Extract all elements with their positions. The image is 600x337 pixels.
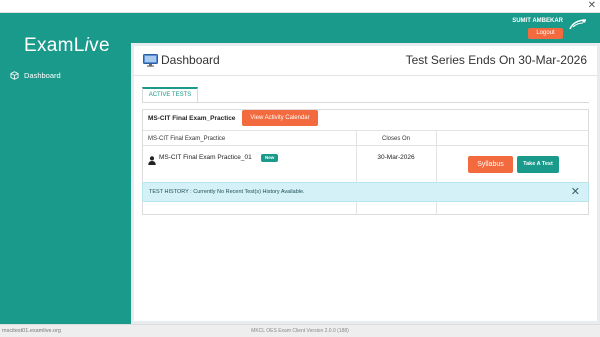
view-activity-calendar-button[interactable]: View Activity Calendar <box>242 110 318 126</box>
user-icon <box>148 152 156 170</box>
tab-divider <box>142 102 589 103</box>
table-row-divider <box>143 145 588 146</box>
brand-name-part3: ve <box>89 35 110 56</box>
test-closes-on: 30-Mar-2026 <box>377 154 415 161</box>
take-a-test-button[interactable]: Take A Test <box>517 156 559 173</box>
test-history-alert: TEST HISTORY : Currently No Recent Test(… <box>142 182 589 202</box>
alert-close-icon[interactable]: ✕ <box>571 185 580 199</box>
table-row-divider <box>143 130 588 131</box>
status-footer: mscitest01.examlive.org MKCL OES Exam Cl… <box>0 324 600 337</box>
brand-name-part1: ExamL <box>24 35 85 56</box>
cube-icon <box>10 71 19 80</box>
sidebar-item-label: Dashboard <box>24 71 61 80</box>
column-header-closes-on: Closes On <box>381 136 410 142</box>
brand-logo: ExamLive <box>24 35 110 57</box>
main-content: Dashboard Test Series Ends On 30-Mar-202… <box>131 43 600 324</box>
logout-button[interactable]: Logout <box>528 28 563 39</box>
panel-header: Dashboard Test Series Ends On 30-Mar-202… <box>134 46 597 76</box>
table-column-divider <box>356 131 357 215</box>
window-close-icon[interactable]: ✕ <box>588 0 596 12</box>
monitor-icon <box>143 54 158 72</box>
user-avatar-icon <box>568 17 588 30</box>
sidebar: ExamLive Dashboard <box>0 13 131 324</box>
syllabus-button[interactable]: Syllabus <box>468 156 513 173</box>
new-badge: New <box>261 154 279 162</box>
table-column-divider <box>436 131 437 215</box>
client-version: MKCL OES Exam Client Version 2.0.0 (188) <box>251 328 349 334</box>
sidebar-item-dashboard[interactable]: Dashboard <box>10 71 61 80</box>
test-name: MS-CIT Final Exam Practice_01 <box>159 154 252 161</box>
series-end-date: Test Series Ends On 30-Mar-2026 <box>405 53 587 67</box>
tab-active-tests[interactable]: ACTIVE TESTS <box>142 87 198 102</box>
test-history-message: TEST HISTORY : Currently No Recent Test(… <box>149 189 305 195</box>
user-name: SUMIT AMBEKAR <box>512 18 563 24</box>
page-title: Dashboard <box>161 53 220 67</box>
dashboard-panel: Dashboard Test Series Ends On 30-Mar-202… <box>134 46 597 321</box>
column-header-name: MS-CIT Final Exam_Practice <box>148 136 226 142</box>
test-section-title: MS-CIT Final Exam_Practice <box>148 115 236 122</box>
top-bar: SUMIT AMBEKAR Logout <box>131 13 600 43</box>
window-titlebar: ✕ <box>0 0 600 13</box>
